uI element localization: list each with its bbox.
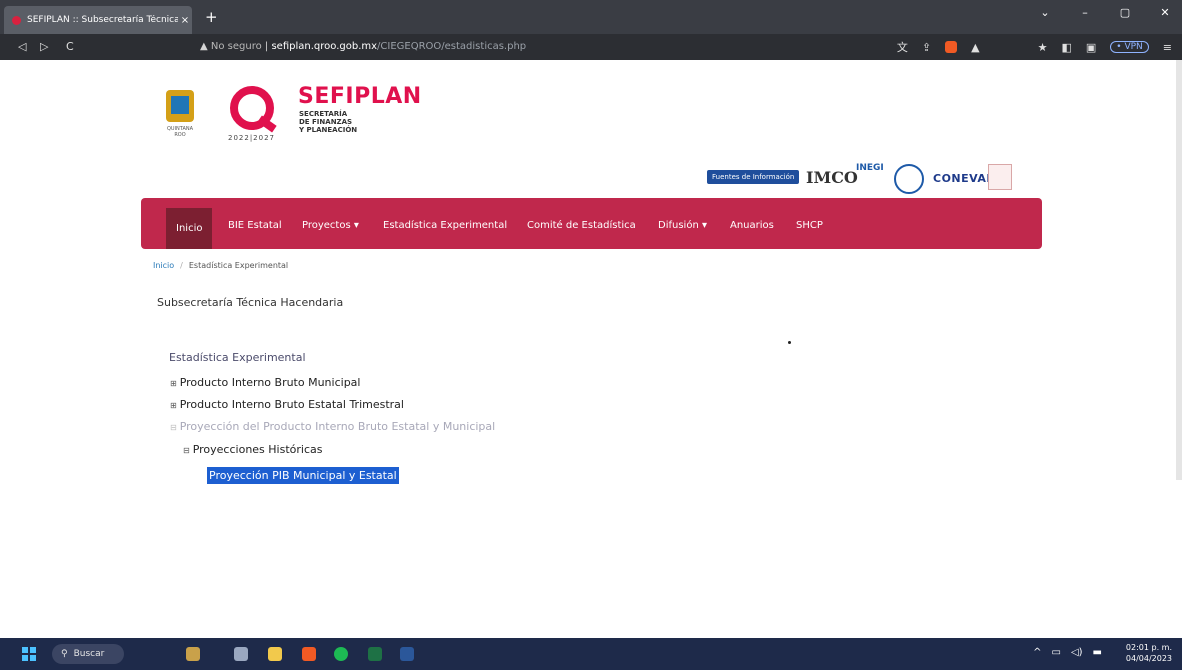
windows-start-icon[interactable]: [22, 647, 36, 661]
breadcrumb-separator: /: [180, 261, 183, 270]
menu-icon[interactable]: ≡: [1163, 41, 1172, 54]
security-label: No seguro: [210, 41, 262, 52]
world-bank-globe-icon[interactable]: [894, 164, 924, 194]
inegi-logo[interactable]: INEGI: [856, 164, 884, 173]
close-window-button[interactable]: ✕: [1154, 6, 1176, 19]
nav-estadistica-experimental[interactable]: Estadística Experimental: [383, 220, 507, 231]
back-icon[interactable]: ◁: [18, 40, 26, 53]
tree-item-pib-estatal-trimestral[interactable]: ⊞ Producto Interno Bruto Estatal Trimestr…: [170, 398, 404, 411]
task-view-icon[interactable]: [234, 647, 248, 661]
breadcrumb-home[interactable]: Inicio: [153, 261, 174, 270]
browser-toolbar-right: 文 ⇪ ▲ ★ ◧ ▣ • VPN ≡: [897, 39, 1172, 55]
tree-item-proyeccion-pib[interactable]: ⊟ Proyección del Producto Interno Bruto E…: [170, 420, 495, 433]
address-bar: ◁ ▷ C ▲ No seguro | sefiplan.qroo.gob.mx…: [0, 34, 1182, 60]
spotify-icon[interactable]: [334, 647, 348, 661]
browser-tab[interactable]: SEFIPLAN :: Subsecretaría Técnica ×: [4, 6, 192, 34]
nav-inicio[interactable]: Inicio: [166, 208, 213, 249]
tree-item-pib-municipal[interactable]: ⊞ Producto Interno Bruto Municipal: [170, 376, 360, 389]
brand-subtitle: SECRETARÍA DE FINANZAS Y PLANEACIÓN: [299, 110, 358, 134]
nav-bie-estatal[interactable]: BIE Estatal: [228, 220, 282, 231]
sidebar-icon[interactable]: ◧: [1061, 41, 1071, 54]
volume-icon[interactable]: ◁): [1071, 647, 1083, 658]
minimize-button[interactable]: –: [1074, 6, 1096, 19]
breadcrumb: Inicio / Estadística Experimental: [153, 261, 288, 270]
tree-title: Estadística Experimental: [169, 351, 306, 364]
cursor-dot: [788, 341, 791, 344]
forward-icon[interactable]: ▷: [40, 40, 48, 53]
collapse-icon[interactable]: ⊟: [183, 446, 190, 455]
info-sources-button[interactable]: Fuentes de Información: [707, 170, 800, 184]
tree-item-proyecciones-historicas[interactable]: ⊟ Proyecciones Históricas: [183, 443, 322, 456]
page-scrollbar[interactable]: [1176, 60, 1182, 480]
chevron-up-icon[interactable]: ^: [1033, 647, 1041, 658]
taskbar-search[interactable]: ⚲ Buscar: [52, 644, 124, 664]
nav-difusion[interactable]: Difusión ▾: [658, 220, 707, 231]
rewards-icon[interactable]: ▲: [971, 41, 979, 54]
tab-title: SEFIPLAN :: Subsecretaría Técnica: [27, 15, 178, 25]
translate-icon[interactable]: 文: [897, 39, 908, 55]
imco-logo[interactable]: IMCO: [806, 168, 858, 187]
word-icon[interactable]: [400, 647, 414, 661]
taskbar-clock[interactable]: 02:01 p. m. 04/04/2023: [1126, 642, 1172, 664]
nav-shcp[interactable]: SHCP: [796, 220, 823, 231]
excel-icon[interactable]: [368, 647, 382, 661]
expand-icon[interactable]: ⊞: [170, 379, 177, 388]
maximize-button[interactable]: ▢: [1114, 6, 1136, 19]
reload-icon[interactable]: C: [66, 40, 74, 53]
vpn-button[interactable]: • VPN: [1110, 41, 1149, 53]
share-icon[interactable]: ⇪: [922, 41, 931, 54]
tree-leaf-proyeccion-pib-municipal-estatal[interactable]: Proyección PIB Municipal y Estatal: [207, 467, 399, 484]
search-icon: ⚲: [61, 649, 68, 659]
clock-time: 02:01 p. m.: [1125, 643, 1172, 652]
expand-icon[interactable]: ⊞: [170, 401, 177, 410]
brave-browser-icon[interactable]: [302, 647, 316, 661]
warning-icon: ▲: [200, 41, 211, 52]
clock-date: 04/04/2023: [1125, 654, 1172, 663]
extensions-icon[interactable]: ★: [1038, 41, 1048, 54]
nav-comite-estadistica[interactable]: Comité de Estadística: [527, 220, 636, 231]
building-icon[interactable]: [988, 164, 1012, 190]
url-path: /CIEGEQROO/estadisticas.php: [377, 41, 527, 52]
system-tray: ^ ▭ ◁) ▬: [1033, 647, 1102, 658]
coneval-logo[interactable]: CONEVAL: [933, 172, 994, 185]
breadcrumb-current: Estadística Experimental: [188, 261, 289, 270]
page-title: Subsecretaría Técnica Hacendaria: [157, 296, 344, 309]
new-tab-button[interactable]: +: [205, 8, 218, 26]
url-host: sefiplan.qroo.gob.mx: [271, 41, 378, 52]
web-page: QUINTANA ROO 2022|2027 SEFIPLAN SECRETAR…: [0, 60, 1182, 638]
url-field[interactable]: ▲ No seguro | sefiplan.qroo.gob.mx/CIEGE…: [200, 41, 526, 52]
widgets-icon[interactable]: [186, 647, 200, 661]
tab-search-icon[interactable]: ⌄: [1034, 6, 1056, 19]
display-icon[interactable]: ▭: [1052, 647, 1061, 658]
quintana-roo-coat-of-arms: QUINTANA ROO: [162, 84, 198, 138]
brave-shield-icon[interactable]: [945, 41, 958, 53]
wallet-icon[interactable]: ▣: [1086, 41, 1096, 54]
nav-proyectos[interactable]: Proyectos ▾: [302, 220, 359, 231]
collapse-icon[interactable]: ⊟: [170, 423, 177, 432]
coat-caption: QUINTANA ROO: [166, 126, 194, 138]
tab-close-icon[interactable]: ×: [178, 15, 192, 26]
windows-taskbar: ⚲ Buscar ^ ▭ ◁) ▬ 02:01 p. m. 04/04/2023: [0, 638, 1182, 670]
year-range: 2022|2027: [228, 134, 275, 142]
window-controls: ⌄ – ▢ ✕: [1034, 6, 1176, 19]
file-explorer-icon[interactable]: [268, 647, 282, 661]
main-navbar: Inicio BIE Estatal Proyectos ▾ Estadísti…: [141, 198, 1042, 249]
nav-anuarios[interactable]: Anuarios: [730, 220, 774, 231]
battery-icon[interactable]: ▬: [1093, 647, 1102, 658]
sefiplan-favicon-icon: [12, 15, 21, 25]
brand-name[interactable]: SEFIPLAN: [298, 84, 422, 109]
browser-tab-bar: SEFIPLAN :: Subsecretaría Técnica × + ⌄ …: [0, 0, 1182, 34]
